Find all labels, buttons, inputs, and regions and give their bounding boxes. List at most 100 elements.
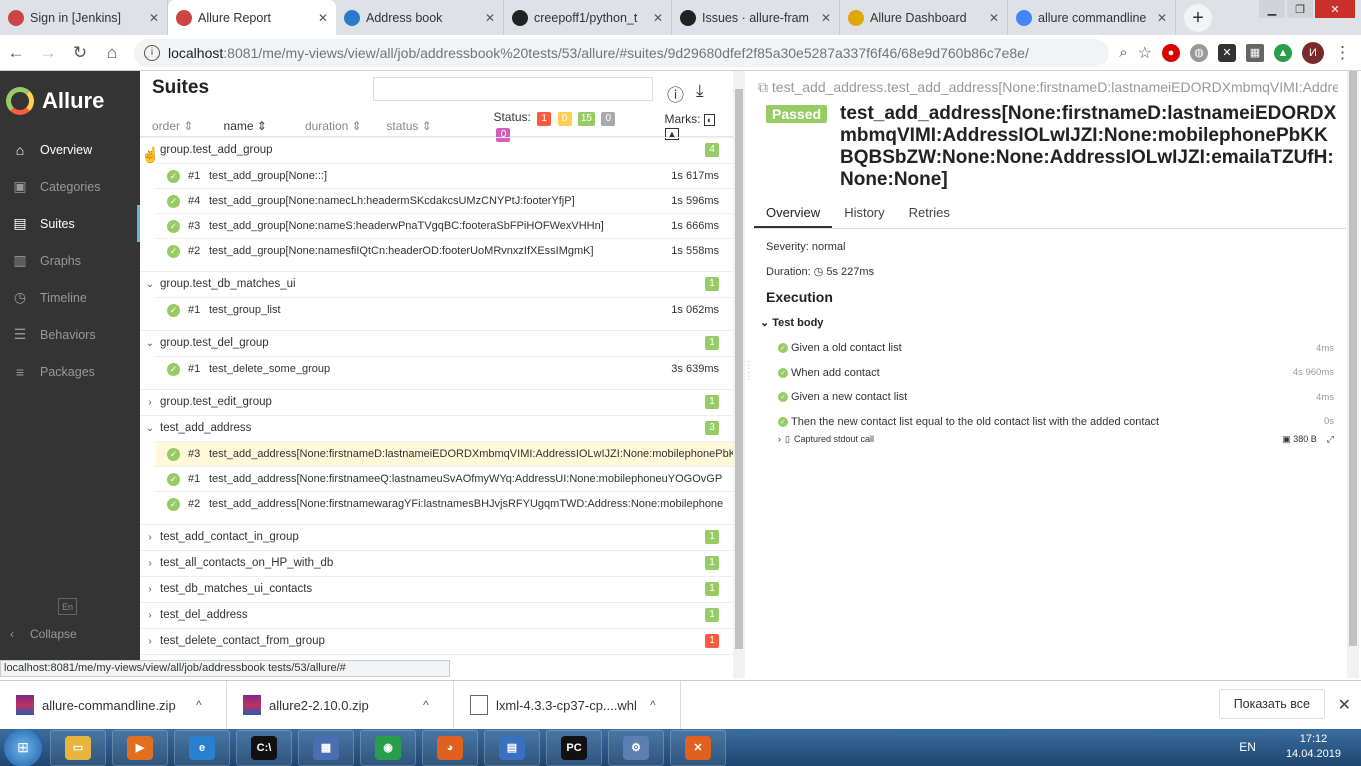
info-icon[interactable]: i — [144, 44, 160, 61]
flaky-mark-icon[interactable]: ◐ — [703, 113, 716, 126]
close-window-button[interactable]: ✕ — [1315, 0, 1355, 18]
taskbar-app[interactable]: ✕ — [670, 729, 726, 766]
close-downloads-icon[interactable]: ✕ — [1338, 695, 1351, 715]
url-input[interactable]: i localhost:8081/me/my-views/view/all/jo… — [134, 38, 1110, 67]
passed-count-badge[interactable]: 15 — [577, 111, 595, 126]
close-tab-icon[interactable]: ✕ — [149, 11, 159, 25]
clock[interactable]: 17:12 14.04.2019 — [1286, 732, 1341, 762]
globe-icon[interactable]: ◍ — [1190, 43, 1208, 62]
test-body-toggle[interactable]: ⌄ Test body — [760, 316, 823, 329]
chevron-up-icon[interactable]: ^ — [423, 698, 453, 712]
maximize-button[interactable]: ❐ — [1287, 0, 1313, 18]
collapse-button[interactable]: ‹ Collapse — [10, 627, 77, 641]
test-case-row[interactable]: ✓ #4 test_add_group[None:namecLh:headermSK… — [155, 188, 733, 213]
browser-tab[interactable]: Address book ✕ — [336, 0, 504, 35]
test-breadcrumb[interactable]: ⧉ test_add_address.test_add_address[None… — [758, 79, 1338, 96]
test-step[interactable]: ✓ Given a old contact list 4ms — [778, 338, 1334, 358]
tab-retries[interactable]: Retries — [897, 201, 962, 228]
test-case-row[interactable]: ✓ #1 test_add_address[None:firstnameeQ:las… — [155, 466, 733, 491]
chevron-up-icon[interactable]: ^ — [196, 698, 226, 712]
taskbar-app[interactable]: ▤ — [484, 729, 540, 766]
minimize-button[interactable]: ▁ — [1259, 0, 1285, 18]
broken-count-badge[interactable]: 0 — [557, 111, 572, 126]
reload-icon[interactable]: ↻ — [64, 43, 96, 63]
copy-icon[interactable]: ⧉ — [758, 79, 768, 95]
taskbar-app[interactable]: ▶ — [112, 729, 168, 766]
close-tab-icon[interactable]: ✕ — [485, 11, 495, 25]
close-tab-icon[interactable]: ✕ — [653, 11, 663, 25]
browser-tab[interactable]: Sign in [Jenkins] ✕ — [0, 0, 168, 35]
suite-group[interactable]: › test_all_contacts_on_HP_with_db 1 — [140, 550, 733, 575]
browser-tab[interactable]: Allure Dashboard ✕ — [840, 0, 1008, 35]
chevron-up-icon[interactable]: ^ — [650, 698, 680, 712]
browser-tab[interactable]: allure commandline ✕ — [1008, 0, 1176, 35]
sort-duration[interactable]: duration ⇕ — [305, 119, 374, 133]
download-icon[interactable]: ⤓ — [696, 81, 704, 101]
taskbar-app[interactable]: PC — [546, 729, 602, 766]
sidebar-item-packages[interactable]: ≡ Packages — [0, 353, 140, 390]
suite-group[interactable]: ⌄ group.test_del_group 1 — [140, 330, 733, 355]
tab-history[interactable]: History — [832, 201, 896, 228]
suite-group[interactable]: › test_delete_contact_from_group 1 — [140, 628, 733, 653]
close-tab-icon[interactable]: ✕ — [821, 11, 831, 25]
pane-resize-handle[interactable]: ⋮ ⋮ — [744, 360, 754, 382]
test-case-row[interactable]: ✓ #3 test_add_group[None:nameS:headerwPnaT… — [155, 213, 733, 238]
suite-group[interactable]: › test_add_contact_in_group 1 — [140, 524, 733, 549]
input-language[interactable]: EN — [1239, 740, 1256, 754]
sidebar-item-graphs[interactable]: ▥ Graphs — [0, 242, 140, 279]
sidebar-item-behaviors[interactable]: ☰ Behaviors — [0, 316, 140, 353]
sort-status[interactable]: status ⇕ — [386, 119, 493, 133]
suite-group[interactable]: › test_db_matches_ui_contacts 1 — [140, 576, 733, 601]
failed-count-badge[interactable]: 1 — [537, 111, 552, 126]
test-case-row[interactable]: ✓ #1 test_group_list 1s 062ms — [155, 297, 733, 322]
taskbar-app[interactable]: ◉ — [360, 729, 416, 766]
start-button[interactable]: ⊞ — [4, 728, 42, 766]
test-case-row[interactable]: ✓ #1 test_delete_some_group 3s 639ms — [155, 356, 733, 381]
suite-group[interactable]: ⌄ group.test_db_matches_ui 1 — [140, 271, 733, 296]
info-circle-icon[interactable]: ⓘ — [667, 81, 684, 106]
adblock-icon[interactable]: ● — [1162, 43, 1180, 62]
language-switch[interactable]: En — [58, 598, 77, 615]
test-case-row[interactable]: ✓ #2 test_add_address[None:firstnamewaragY… — [155, 491, 733, 516]
test-step[interactable]: ✓ When add contact 4s 960ms — [778, 363, 1334, 383]
expand-icon[interactable]: ⤢ — [1327, 434, 1334, 445]
taskbar-app[interactable]: ▦ — [298, 729, 354, 766]
taskbar-app[interactable]: ⚙ — [608, 729, 664, 766]
close-tab-icon[interactable]: ✕ — [989, 11, 999, 25]
skipped-count-badge[interactable]: 0 — [601, 111, 616, 126]
more-menu-icon[interactable]: ⋮ — [1334, 43, 1351, 63]
extension-grid-icon[interactable]: ▦ — [1246, 43, 1264, 62]
suite-group[interactable]: › group.test_edit_group 1 — [140, 389, 733, 414]
download-item[interactable]: allure2-2.10.0.zip ^ — [227, 680, 454, 730]
attachment-row[interactable]: › ▯ Captured stdout call ▣ 380 B ⤢ — [778, 434, 1334, 445]
suite-group[interactable]: › test_del_address 1 — [140, 602, 733, 627]
suite-group[interactable]: ⌄ test_add_address 3 — [140, 415, 733, 440]
browser-tab[interactable]: Allure Report ✕ — [168, 0, 336, 35]
suite-group[interactable]: ⌄ group.test_add_group 4 — [140, 137, 733, 162]
test-step[interactable]: ✓ Then the new contact list equal to the … — [778, 412, 1334, 432]
browser-tab[interactable]: Issues · allure-fram ✕ — [672, 0, 840, 35]
taskbar-app[interactable]: C:\ — [236, 729, 292, 766]
test-step[interactable]: ✓ Given a new contact list 4ms — [778, 387, 1334, 407]
sidebar-item-overview[interactable]: ⌂ Overview — [0, 131, 140, 168]
new-tab-button[interactable]: + — [1184, 4, 1212, 32]
back-icon[interactable]: ← — [0, 43, 32, 63]
profile-avatar[interactable]: И — [1302, 41, 1324, 64]
close-tab-icon[interactable]: ✕ — [318, 11, 328, 25]
test-case-row[interactable]: ✓ #2 test_add_group[None:namesfiIQtCn:head… — [155, 238, 733, 263]
allure-logo[interactable]: Allure — [0, 71, 140, 131]
close-tab-icon[interactable]: ✕ — [1157, 11, 1167, 25]
download-item[interactable]: allure-commandline.zip ^ — [0, 680, 227, 730]
detail-scrollbar[interactable] — [1347, 71, 1359, 678]
home-icon[interactable]: ⌂ — [96, 43, 128, 63]
extension-x-icon[interactable]: ✕ — [1218, 43, 1236, 62]
browser-tab[interactable]: creepoff1/python_t ✕ — [504, 0, 672, 35]
test-case-row[interactable]: ✓ #3 test_add_address[None:firstnameD:last… — [155, 441, 733, 466]
forward-icon[interactable]: → — [32, 43, 64, 63]
search-input[interactable] — [373, 77, 653, 101]
taskbar-app[interactable]: e — [174, 729, 230, 766]
show-all-downloads-button[interactable]: Показать все — [1218, 689, 1325, 719]
taskbar-app[interactable]: ▭ — [50, 729, 106, 766]
sort-name[interactable]: name ⇕ — [224, 119, 293, 133]
taskbar-app[interactable]: ◕ — [422, 729, 478, 766]
